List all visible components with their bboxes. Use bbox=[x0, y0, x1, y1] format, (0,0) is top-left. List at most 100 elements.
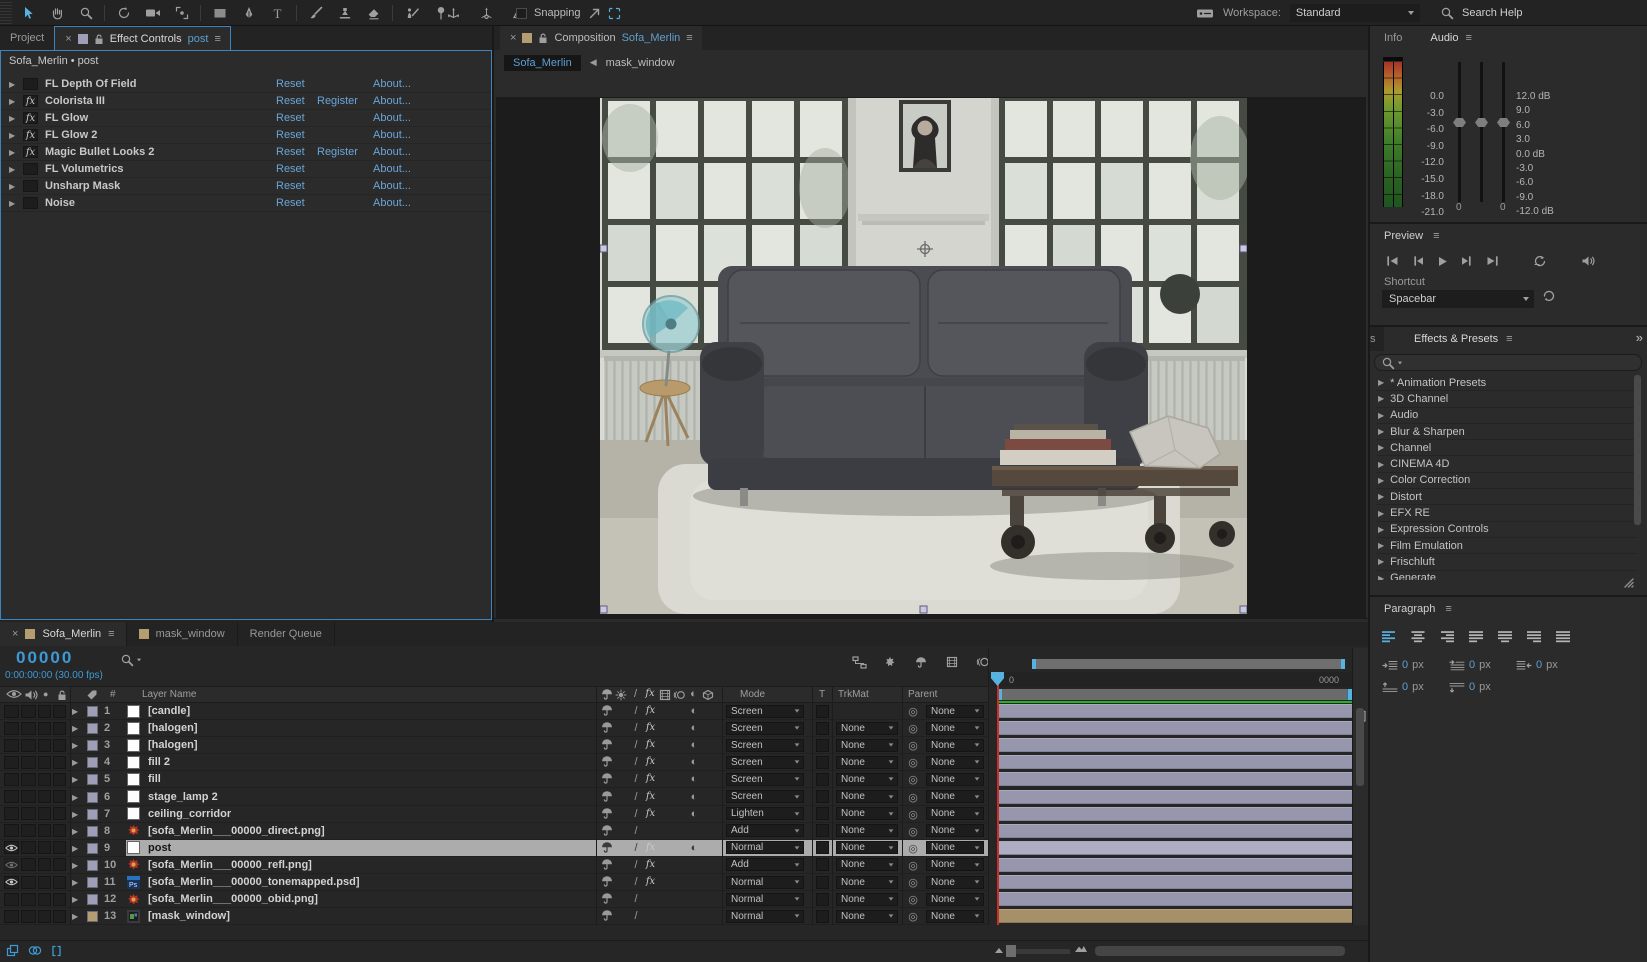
pan-behind-tool[interactable] bbox=[168, 2, 195, 24]
audio-slider-handle[interactable] bbox=[1475, 118, 1488, 127]
t-toggle[interactable] bbox=[816, 807, 829, 820]
space-after-field[interactable]: 0px bbox=[1449, 681, 1491, 693]
quality-toggle[interactable]: / bbox=[629, 910, 643, 922]
layer-row[interactable]: ▶3[halogen]/fx◐ScreenNone◎None bbox=[0, 737, 988, 754]
adjustment-toggle[interactable]: ◐ bbox=[687, 791, 701, 803]
adjustment-toggle[interactable]: ◐ bbox=[687, 722, 701, 734]
layer-name[interactable]: fill bbox=[148, 773, 161, 785]
audio-slider[interactable] bbox=[1480, 62, 1483, 202]
layer-name[interactable]: [candle] bbox=[148, 705, 190, 717]
layer-row[interactable]: ▶4fill 2/fx◐ScreenNone◎None bbox=[0, 754, 988, 771]
video-toggle[interactable] bbox=[4, 739, 19, 752]
parent-pickwhip-icon[interactable]: ◎ bbox=[906, 773, 920, 786]
expand-triangle-icon[interactable]: ▶ bbox=[9, 165, 15, 174]
shy-toggle[interactable] bbox=[600, 808, 614, 822]
parent-pickwhip-icon[interactable]: ◎ bbox=[906, 722, 920, 735]
trkmat-select[interactable]: None bbox=[836, 807, 898, 820]
parent-select[interactable]: None bbox=[926, 807, 984, 820]
quality-toggle[interactable]: / bbox=[629, 739, 643, 751]
blend-mode-select[interactable]: Add bbox=[726, 824, 804, 837]
video-toggle[interactable] bbox=[4, 841, 19, 854]
blend-mode-select[interactable]: Normal bbox=[726, 910, 804, 923]
panel-menu-icon[interactable]: ≡ bbox=[108, 628, 113, 640]
effects-category-row[interactable]: ▶3D Channel bbox=[1376, 391, 1638, 407]
lock-toggle[interactable] bbox=[53, 841, 66, 854]
zoom-tool[interactable] bbox=[72, 2, 99, 24]
draft-3d-button[interactable] bbox=[877, 653, 903, 671]
quality-toggle[interactable]: / bbox=[629, 773, 643, 785]
fx-toggle[interactable]: fx bbox=[644, 808, 658, 819]
effects-category-row[interactable]: ▶Expression Controls bbox=[1376, 522, 1638, 538]
shy-toggle[interactable] bbox=[600, 859, 614, 873]
trkmat-select[interactable]: None bbox=[836, 910, 898, 923]
audio-slider[interactable] bbox=[1458, 62, 1461, 202]
expand-triangle-icon[interactable]: ▶ bbox=[9, 199, 15, 208]
effect-register-link[interactable]: Register bbox=[317, 95, 358, 107]
loop-button[interactable] bbox=[1530, 252, 1550, 270]
unified-camera-tool[interactable] bbox=[139, 2, 166, 24]
panel-menu-icon[interactable]: ≡ bbox=[686, 32, 691, 44]
video-toggle[interactable] bbox=[4, 893, 19, 906]
parent-select[interactable]: None bbox=[926, 722, 984, 735]
layer-duration-bar[interactable] bbox=[997, 858, 1352, 872]
next-frame-button[interactable] bbox=[1457, 252, 1477, 270]
t-toggle[interactable] bbox=[816, 790, 829, 803]
expand-layer-switches-icon[interactable] bbox=[6, 944, 19, 957]
snap-bounds-icon[interactable] bbox=[608, 7, 621, 20]
effect-reset-link[interactable]: Reset bbox=[276, 197, 305, 209]
effect-enable-toggle[interactable] bbox=[23, 163, 38, 175]
lock-toggle[interactable] bbox=[53, 705, 66, 718]
justify-last-left-button[interactable] bbox=[1467, 629, 1485, 644]
t-toggle[interactable] bbox=[816, 824, 829, 837]
audio-toggle[interactable] bbox=[21, 790, 36, 803]
effect-about-link[interactable]: About... bbox=[373, 112, 411, 124]
justify-last-right-button[interactable] bbox=[1525, 629, 1543, 644]
quality-toggle[interactable]: / bbox=[629, 825, 643, 837]
shy-toggle[interactable] bbox=[600, 722, 614, 736]
effects-category-row[interactable]: ▶Channel bbox=[1376, 440, 1638, 456]
composition-viewport[interactable] bbox=[496, 97, 1366, 618]
layer-duration-bar[interactable] bbox=[997, 704, 1352, 718]
adjustment-toggle[interactable]: ◐ bbox=[687, 756, 701, 768]
effects-category-row[interactable]: ▶CINEMA 4D bbox=[1376, 456, 1638, 472]
effect-reset-link[interactable]: Reset bbox=[276, 146, 305, 158]
layer-row[interactable]: ▶6stage_lamp 2/fx◐ScreenNone◎None bbox=[0, 789, 988, 806]
align-center-button[interactable] bbox=[1409, 629, 1427, 644]
effects-category-row[interactable]: ▶Frischluft bbox=[1376, 554, 1638, 570]
expand-triangle-icon[interactable]: ▶ bbox=[72, 758, 78, 767]
trkmat-select[interactable]: None bbox=[836, 739, 898, 752]
local-axis-mode-button[interactable] bbox=[440, 2, 467, 24]
shy-toggle[interactable] bbox=[600, 791, 614, 805]
hand-tool[interactable] bbox=[43, 2, 70, 24]
layer-name[interactable]: stage_lamp 2 bbox=[148, 791, 218, 803]
expand-triangle-icon[interactable]: ▶ bbox=[72, 895, 78, 904]
expand-transfer-controls-icon[interactable] bbox=[28, 944, 42, 957]
adjustment-toggle[interactable]: ◐ bbox=[687, 808, 701, 820]
timeline-tab-mask-window[interactable]: mask_window bbox=[127, 622, 238, 646]
effect-enable-toggle[interactable] bbox=[23, 180, 38, 192]
fx-toggle[interactable]: fx bbox=[644, 705, 658, 716]
parent-pickwhip-icon[interactable]: ◎ bbox=[906, 842, 920, 855]
time-navigator[interactable] bbox=[1032, 659, 1345, 669]
layer-color-swatch[interactable] bbox=[87, 792, 98, 803]
layer-row[interactable]: ▶1[candle]/fx◐Screen◎None bbox=[0, 703, 988, 720]
t-toggle[interactable] bbox=[816, 722, 829, 735]
audio-toggle[interactable] bbox=[21, 739, 36, 752]
search-help-input[interactable]: Search Help bbox=[1462, 7, 1523, 19]
audio-toggle[interactable] bbox=[21, 910, 36, 923]
lock-toggle[interactable] bbox=[53, 807, 66, 820]
blend-mode-select[interactable]: Normal bbox=[726, 893, 804, 906]
fx-toggle[interactable]: fx bbox=[644, 842, 658, 853]
layer-row[interactable]: ▶8[sofa_Merlin___00000_direct.png]/AddNo… bbox=[0, 823, 988, 840]
effect-enable-toggle[interactable]: fx bbox=[23, 95, 38, 107]
blend-mode-select[interactable]: Screen bbox=[726, 790, 804, 803]
layer-duration-bar[interactable] bbox=[997, 772, 1352, 786]
panel-menu-icon[interactable]: ≡ bbox=[1445, 603, 1450, 615]
tab-effect-controls[interactable]: × Effect Controls post ≡ bbox=[54, 26, 231, 50]
expand-triangle-icon[interactable]: ▶ bbox=[72, 724, 78, 733]
trkmat-select[interactable]: None bbox=[836, 876, 898, 889]
layer-color-swatch[interactable] bbox=[87, 706, 98, 717]
solo-toggle[interactable] bbox=[38, 790, 51, 803]
panel-menu-icon[interactable]: ≡ bbox=[1433, 230, 1438, 242]
lock-icon[interactable] bbox=[538, 32, 548, 44]
